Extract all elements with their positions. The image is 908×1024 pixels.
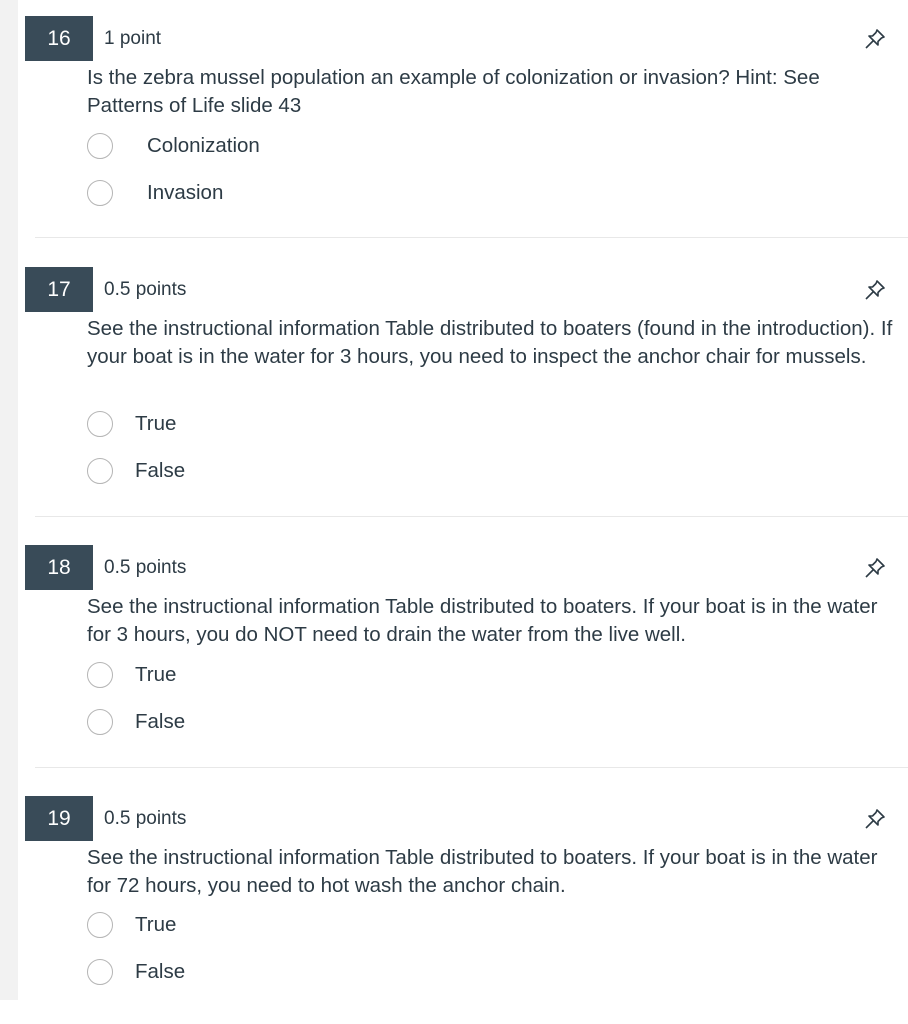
answer-option[interactable]: False: [87, 454, 185, 488]
question-points: 0.5 points: [104, 279, 187, 300]
answer-label: Invasion: [147, 181, 224, 204]
answer-option[interactable]: True: [87, 658, 176, 692]
question-number: 16: [25, 16, 93, 61]
answer-option[interactable]: Colonization: [87, 129, 260, 163]
pin-icon[interactable]: [862, 277, 890, 303]
answer-label: True: [135, 913, 177, 936]
answer-label: False: [135, 960, 186, 983]
question-19: 19 0.5 points See the instructional info…: [25, 796, 908, 1000]
question-text: See the instructional information Table …: [87, 317, 893, 368]
question-points: 0.5 points: [104, 557, 187, 578]
pin-icon[interactable]: [862, 26, 890, 52]
answer-option[interactable]: False: [87, 955, 185, 989]
question-number: 18: [25, 545, 93, 590]
answer-label: True: [135, 663, 177, 686]
answer-label: Colonization: [147, 134, 260, 157]
radio-button[interactable]: [87, 133, 113, 159]
radio-button[interactable]: [87, 959, 113, 985]
question-17: 17 0.5 points See the instructional info…: [25, 267, 908, 507]
answer-label: False: [135, 459, 186, 482]
answer-label: False: [135, 710, 186, 733]
radio-button[interactable]: [87, 458, 113, 484]
question-points: 1 point: [104, 28, 162, 49]
answer-label: True: [135, 412, 177, 435]
answer-option[interactable]: True: [87, 908, 176, 942]
question-text: See the instructional information Table …: [87, 846, 878, 897]
question-number: 19: [25, 796, 93, 841]
answer-option[interactable]: True: [87, 407, 176, 441]
question-16: 16 1 point Is the zebra mussel populatio…: [25, 16, 908, 236]
answer-option[interactable]: False: [87, 705, 185, 739]
question-text: See the instructional information Table …: [87, 595, 878, 646]
question-divider: [35, 516, 908, 517]
radio-button[interactable]: [87, 662, 113, 688]
page-bottom-edge: [0, 1000, 908, 1024]
question-divider: [35, 237, 908, 238]
question-18: 18 0.5 points See the instructional info…: [25, 545, 908, 755]
answer-option[interactable]: Invasion: [87, 176, 223, 210]
radio-button[interactable]: [87, 180, 113, 206]
question-number: 17: [25, 267, 93, 312]
left-margin-strip: [0, 0, 18, 1000]
pin-icon[interactable]: [862, 806, 890, 832]
question-divider: [35, 767, 908, 768]
radio-button[interactable]: [87, 709, 113, 735]
radio-button[interactable]: [87, 912, 113, 938]
pin-icon[interactable]: [862, 555, 890, 581]
radio-button[interactable]: [87, 411, 113, 437]
question-text: Is the zebra mussel population an exampl…: [87, 66, 820, 117]
question-points: 0.5 points: [104, 808, 187, 829]
